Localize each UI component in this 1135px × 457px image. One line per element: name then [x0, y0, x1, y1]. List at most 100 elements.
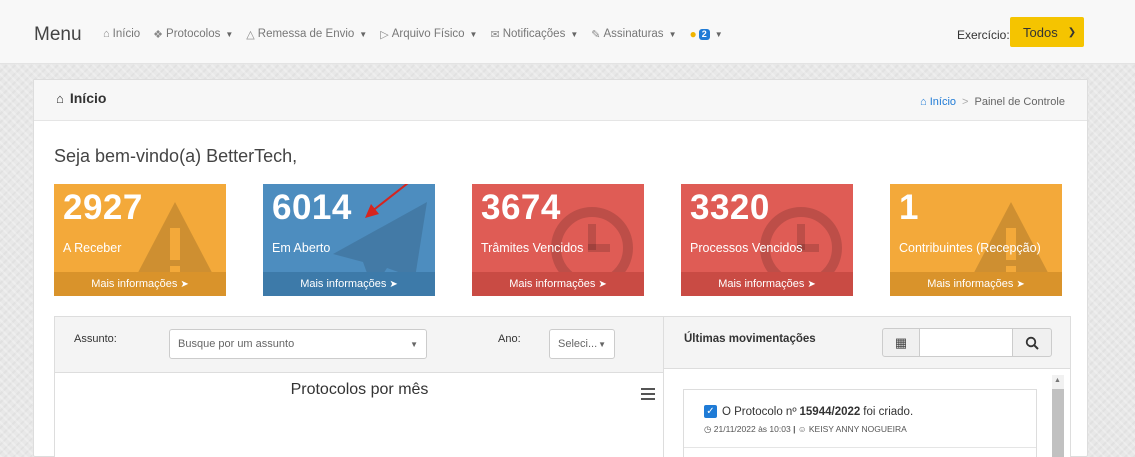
more-info-link[interactable]: Mais informações ➤ [890, 272, 1062, 296]
scroll-up-icon: ▲ [1054, 377, 1061, 384]
list-item: ✓ O Protocolo nº 15944/2022 foi criado. … [683, 389, 1037, 457]
nav-item-arquivo[interactable]: ▷ Arquivo Físico ▼ [380, 28, 477, 41]
movement-meta: ◷ 21/11/2022 às 10:03 | ☺ KEISY ANNY NOG… [704, 424, 907, 434]
arrow-circle-right-icon: ➤ [1016, 278, 1025, 290]
box-number: 1 [899, 188, 919, 227]
notification-badge: 2 [698, 28, 710, 40]
edit-icon: ✎ [591, 28, 601, 41]
exercicio-label: Exercício: [957, 28, 1010, 42]
more-info-link[interactable]: Mais informações ➤ [54, 272, 226, 296]
caret-down-icon: ▼ [714, 29, 723, 39]
caret-down-icon: ▼ [410, 340, 418, 349]
box-label: Em Aberto [272, 241, 331, 255]
caret-down-icon: ▼ [359, 29, 368, 39]
nav-item-notificacoes[interactable]: ✉ Notificações ▼ [490, 28, 578, 41]
arrow-circle-right-icon: ➤ [598, 278, 607, 290]
nav-item-protocolos[interactable]: ❖ Protocolos ▼ [153, 28, 233, 41]
box-number: 3320 [690, 188, 770, 227]
movement-timestamp: 21/11/2022 às 10:03 [713, 424, 791, 434]
scrollbar-thumb[interactable] [1052, 389, 1064, 457]
page-title: ⌂ Início [56, 90, 106, 106]
movements-list: ✓ O Protocolo nº 15944/2022 foi criado. … [664, 369, 1070, 457]
send-icon: △ [246, 28, 255, 41]
box-label: A Receber [63, 241, 122, 255]
nav-item-inicio[interactable]: ⌂ Início [103, 28, 140, 40]
box-label: Trâmites Vencidos [481, 241, 584, 255]
home-icon: ⌂ [56, 90, 64, 106]
chart-menu-icon[interactable] [641, 388, 655, 403]
info-box-tramites-vencidos: 3674 Trâmites Vencidos Mais informações … [472, 184, 644, 296]
search-button[interactable] [1012, 328, 1052, 357]
protocols-chart-panel: Assunto: Busque por um assunto ▼ Ano: Se… [54, 316, 665, 457]
caret-down-icon: ▼ [469, 29, 478, 39]
bell-icon: ● [689, 27, 697, 41]
breadcrumb-separator: > [962, 96, 969, 108]
protocol-number[interactable]: 15944/2022 [800, 406, 861, 418]
breadcrumb-home[interactable]: ⌂ Início [920, 96, 956, 108]
protocol-icon: ❖ [153, 28, 164, 41]
more-info-link[interactable]: Mais informações ➤ [263, 272, 435, 296]
nav-item-label: Início [112, 28, 141, 40]
arrow-circle-right-icon: ➤ [389, 278, 398, 290]
subject-select[interactable]: Busque por um assunto ▼ [169, 329, 427, 359]
movements-header: Últimas movimentações ▦ [664, 317, 1070, 369]
calendar-icon[interactable]: ▦ [882, 328, 920, 357]
search-icon [1025, 336, 1039, 350]
caret-down-icon: ▼ [570, 29, 579, 39]
caret-down-icon: ▼ [225, 29, 234, 39]
box-number: 2927 [63, 188, 143, 227]
chart-filter-bar: Assunto: Busque por um assunto ▼ Ano: Se… [55, 317, 664, 373]
breadcrumb-current: Painel de Controle [974, 96, 1065, 108]
movement-user: KEISY ANNY NOGUEIRA [808, 424, 907, 434]
more-info-link[interactable]: Mais informações ➤ [472, 272, 644, 296]
exercicio-select[interactable]: Todos ❯ [1010, 17, 1084, 47]
year-label: Ano: [498, 333, 521, 345]
main-panel: ⌂ Início ⌂ Início > Painel de Controle S… [33, 79, 1088, 457]
user-icon: ☺ [797, 424, 807, 434]
caret-down-icon: ▼ [598, 340, 606, 349]
box-label: Contribuintes (Recepção) [899, 241, 1041, 255]
envelope-icon: ✉ [490, 28, 500, 41]
caret-down-icon: ▼ [668, 29, 677, 39]
info-box-em-aberto: 6014 Em Aberto Mais informações ➤ [263, 184, 435, 296]
home-icon: ⌂ [103, 28, 110, 40]
nav-item-label: Remessa de Envio [257, 28, 355, 40]
subject-label: Assunto: [74, 333, 117, 345]
annotation-arrow-icon [365, 184, 409, 218]
menu-brand[interactable]: Menu [34, 24, 82, 46]
info-box-a-receber: 2927 A Receber Mais informações ➤ [54, 184, 226, 296]
date-filter: ▦ [882, 328, 1052, 357]
scrollbar[interactable]: ▲ [1052, 375, 1064, 457]
divider [684, 447, 1036, 448]
subject-placeholder: Busque por um assunto [178, 338, 295, 350]
page-title-text: Início [69, 90, 107, 106]
nav-item-label: Protocolos [166, 28, 221, 40]
nav-menu: ⌂ Início ❖ Protocolos ▼ △ Remessa de Env… [103, 27, 736, 41]
nav-item-remessa[interactable]: △ Remessa de Envio ▼ [246, 28, 367, 41]
nav-item-label: Notificações [502, 28, 566, 40]
nav-item-assinaturas[interactable]: ✎ Assinaturas ▼ [591, 28, 676, 41]
date-input[interactable] [920, 328, 1012, 357]
movement-text: ✓ O Protocolo nº 15944/2022 foi criado. [704, 405, 913, 418]
box-number: 3674 [481, 188, 561, 227]
chart-title: Protocolos por mês [290, 381, 429, 398]
arrow-circle-right-icon: ➤ [807, 278, 816, 290]
breadcrumb: ⌂ Início > Painel de Controle [920, 96, 1065, 108]
movements-panel: Últimas movimentações ▦ ✓ O Protocolo nº… [663, 316, 1071, 457]
chevron-down-icon: ❯ [1067, 26, 1077, 38]
folder-icon: ▷ [380, 28, 389, 41]
top-navbar: Menu ⌂ Início ❖ Protocolos ▼ △ Remessa d… [0, 0, 1135, 64]
check-square-icon: ✓ [704, 405, 717, 418]
clock-icon: ◷ [704, 424, 712, 434]
info-box-contribuintes: 1 Contribuintes (Recepção) Mais informaç… [890, 184, 1062, 296]
panel-header: ⌂ Início ⌂ Início > Painel de Controle [34, 80, 1087, 121]
year-select[interactable]: Seleci... ▼ [549, 329, 615, 359]
arrow-circle-right-icon: ➤ [180, 278, 189, 290]
info-box-processos-vencidos: 3320 Processos Vencidos Mais informações… [681, 184, 853, 296]
box-label: Processos Vencidos [690, 241, 803, 255]
notifications-bell[interactable]: ● 2 ▼ [689, 27, 722, 41]
exercicio-value: Todos [1023, 24, 1058, 40]
nav-item-label: Arquivo Físico [391, 28, 465, 40]
more-info-link[interactable]: Mais informações ➤ [681, 272, 853, 296]
welcome-message: Seja bem-vindo(a) BetterTech, [54, 146, 298, 166]
